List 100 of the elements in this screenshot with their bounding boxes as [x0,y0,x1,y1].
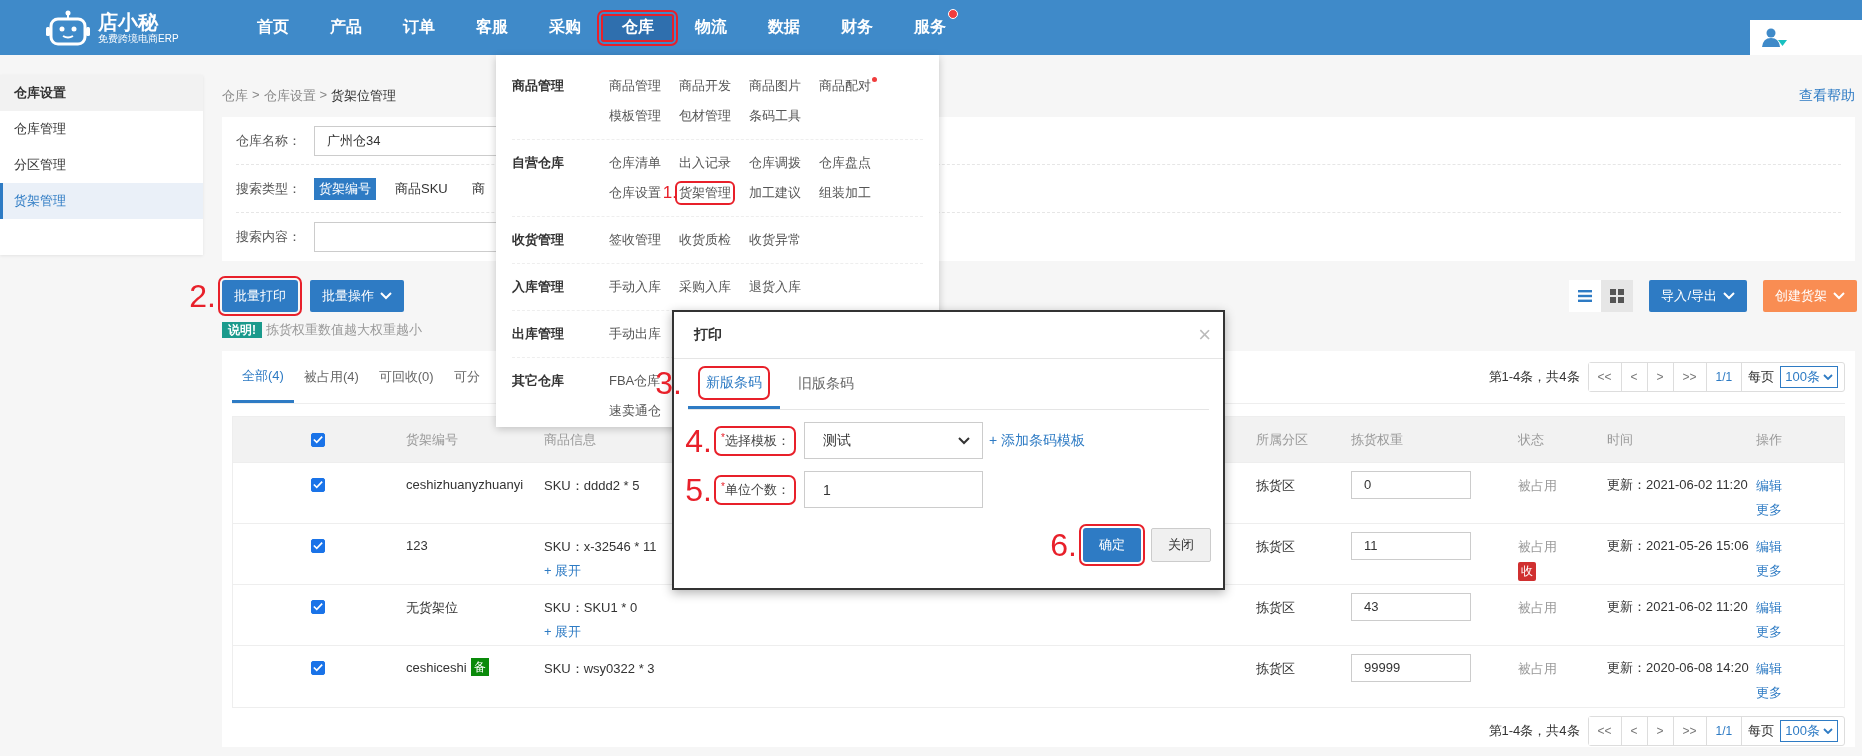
template-select[interactable]: 测试 [804,422,983,459]
weight-field[interactable]: 43 [1351,593,1471,621]
nav-tab[interactable]: 服务 [893,0,966,55]
grid-view-button[interactable] [1601,280,1634,312]
breadcrumb-separator: > [252,87,260,104]
menu-item[interactable]: 商品图片 [748,77,802,95]
breadcrumb-link[interactable]: 货架位管理 [331,87,397,105]
close-dialog-button[interactable]: 关闭 [1151,528,1211,562]
list-icon [1578,290,1593,302]
row-action-link[interactable]: 编辑 [1756,477,1782,495]
search-type-option[interactable]: 商 [466,177,490,200]
filter-tab[interactable]: 被占用(4) [293,351,369,403]
row-action-link[interactable]: 编辑 [1756,660,1782,678]
menu-item[interactable]: 采购入库 [678,278,732,296]
menu-item[interactable]: 仓库调拨 [748,154,802,172]
nav-tab[interactable]: 产品 [309,0,382,55]
row-action-link[interactable]: 更多 [1756,623,1782,641]
sidebar-title: 仓库设置 [0,75,203,111]
menu-item[interactable]: 仓库清单 [608,154,662,172]
menu-item[interactable]: 收货质检 [678,231,732,249]
breadcrumb-link[interactable]: 仓库设置 [263,87,316,105]
menu-item[interactable]: 仓库设置 [608,184,662,202]
zone-text: 拣货区 [1256,539,1295,554]
menu-item[interactable]: 退货入库 [748,278,802,296]
search-type-option[interactable]: 货架编号 [314,177,376,200]
dialog-tab[interactable]: 旧版条码 [794,371,858,397]
menu-item[interactable]: 货架管理 [678,184,732,202]
batch-operations-button[interactable]: 批量操作 [310,280,404,312]
breadcrumb-link[interactable]: 仓库 [222,87,248,105]
unit-count-field[interactable]: 1 [804,471,983,508]
breadcrumb-separator: > [319,87,328,104]
filter-tab[interactable]: 全部(4) [232,351,294,403]
menu-item[interactable]: 出入记录 [678,154,732,172]
expand-link[interactable]: + 展开 [544,623,582,641]
per-page-select[interactable]: 100条 [1780,366,1838,388]
zone-text: 拣货区 [1256,600,1295,615]
weight-field[interactable]: 99999 [1351,654,1471,682]
search-type-option[interactable]: 商品SKU [390,177,453,200]
row-action-link[interactable]: 更多 [1756,501,1782,519]
menu-item[interactable]: 组装加工 [818,184,872,202]
expand-link[interactable]: + 展开 [544,562,582,580]
shelf-code: 123 [406,538,428,553]
column-header: 操作 [1756,430,1782,449]
menu-item[interactable]: 速卖通仓 [608,402,662,420]
nav-tab[interactable]: 数据 [747,0,820,55]
user-menu[interactable] [1750,20,1862,55]
list-view-button[interactable] [1569,280,1602,312]
import-export-button[interactable]: 导入/导出 [1649,280,1747,312]
nav-tab[interactable]: 采购 [528,0,601,55]
sku-text: SKU：SKU1 * 0 [544,599,638,617]
field-label: 仓库名称： [236,131,302,150]
nav-tab[interactable]: 财务 [820,0,893,55]
row-action-link[interactable]: 更多 [1756,684,1782,702]
sidebar-item[interactable]: 货架管理 [0,183,203,219]
row-action-link[interactable]: 编辑 [1756,538,1782,556]
sidebar-item[interactable]: 仓库管理 [0,111,203,147]
row-action-link[interactable]: 更多 [1756,562,1782,580]
status-text: 被占用 [1518,538,1557,556]
page-button[interactable]: << [1588,717,1622,745]
page-button[interactable]: << [1588,363,1622,391]
row-checkbox[interactable] [311,599,325,614]
per-page-label: 每页 [1747,722,1776,740]
menu-item[interactable]: 商品配对 [818,77,872,95]
menu-item[interactable]: 包材管理 [678,107,732,125]
add-template-link[interactable]: + 添加条码模板 [989,431,1086,450]
menu-item[interactable]: 商品开发 [678,77,732,95]
menu-item[interactable]: 加工建议 [748,184,802,202]
menu-item[interactable]: 手动入库 [608,278,662,296]
menu-item[interactable]: 模板管理 [608,107,662,125]
per-page-select[interactable]: 100条 [1780,720,1838,742]
row-action-link[interactable]: 编辑 [1756,599,1782,617]
time-text: 更新：2020-06-08 14:20 [1607,660,1749,675]
row-checkbox[interactable] [311,538,325,553]
nav-tab[interactable]: 客服 [455,0,528,55]
weight-field[interactable]: 11 [1351,532,1471,560]
column-header: 时间 [1607,430,1633,449]
menu-item[interactable]: 商品管理 [608,77,662,95]
menu-item[interactable]: 条码工具 [748,107,802,125]
weight-field[interactable]: 0 [1351,471,1471,499]
row-checkbox[interactable] [311,660,325,675]
nav-tab[interactable]: 订单 [382,0,455,55]
menu-item[interactable]: 手动出库 [608,325,662,343]
menu-item[interactable]: 签收管理 [608,231,662,249]
row-checkbox[interactable] [311,477,325,492]
filter-tab[interactable]: 可分 [443,351,490,403]
status-text: 被占用 [1518,477,1557,495]
backup-tag: 备 [470,658,489,676]
filter-tab[interactable]: 可回收(0) [368,351,444,403]
menu-item[interactable]: 仓库盘点 [818,154,872,172]
menu-group-title: 收货管理 [512,231,565,249]
column-header: 状态 [1518,430,1544,449]
column-header: 拣货权重 [1351,430,1403,449]
nav-tab[interactable]: 物流 [674,0,747,55]
logo-text: 店小秘 [98,10,160,33]
nav-tab[interactable]: 首页 [236,0,309,55]
sidebar-item[interactable]: 分区管理 [0,147,203,183]
menu-group-title: 其它仓库 [512,372,565,390]
menu-item[interactable]: 收货异常 [748,231,802,249]
help-link[interactable]: 查看帮助 [1799,87,1855,105]
select-all-checkbox[interactable] [311,432,325,447]
